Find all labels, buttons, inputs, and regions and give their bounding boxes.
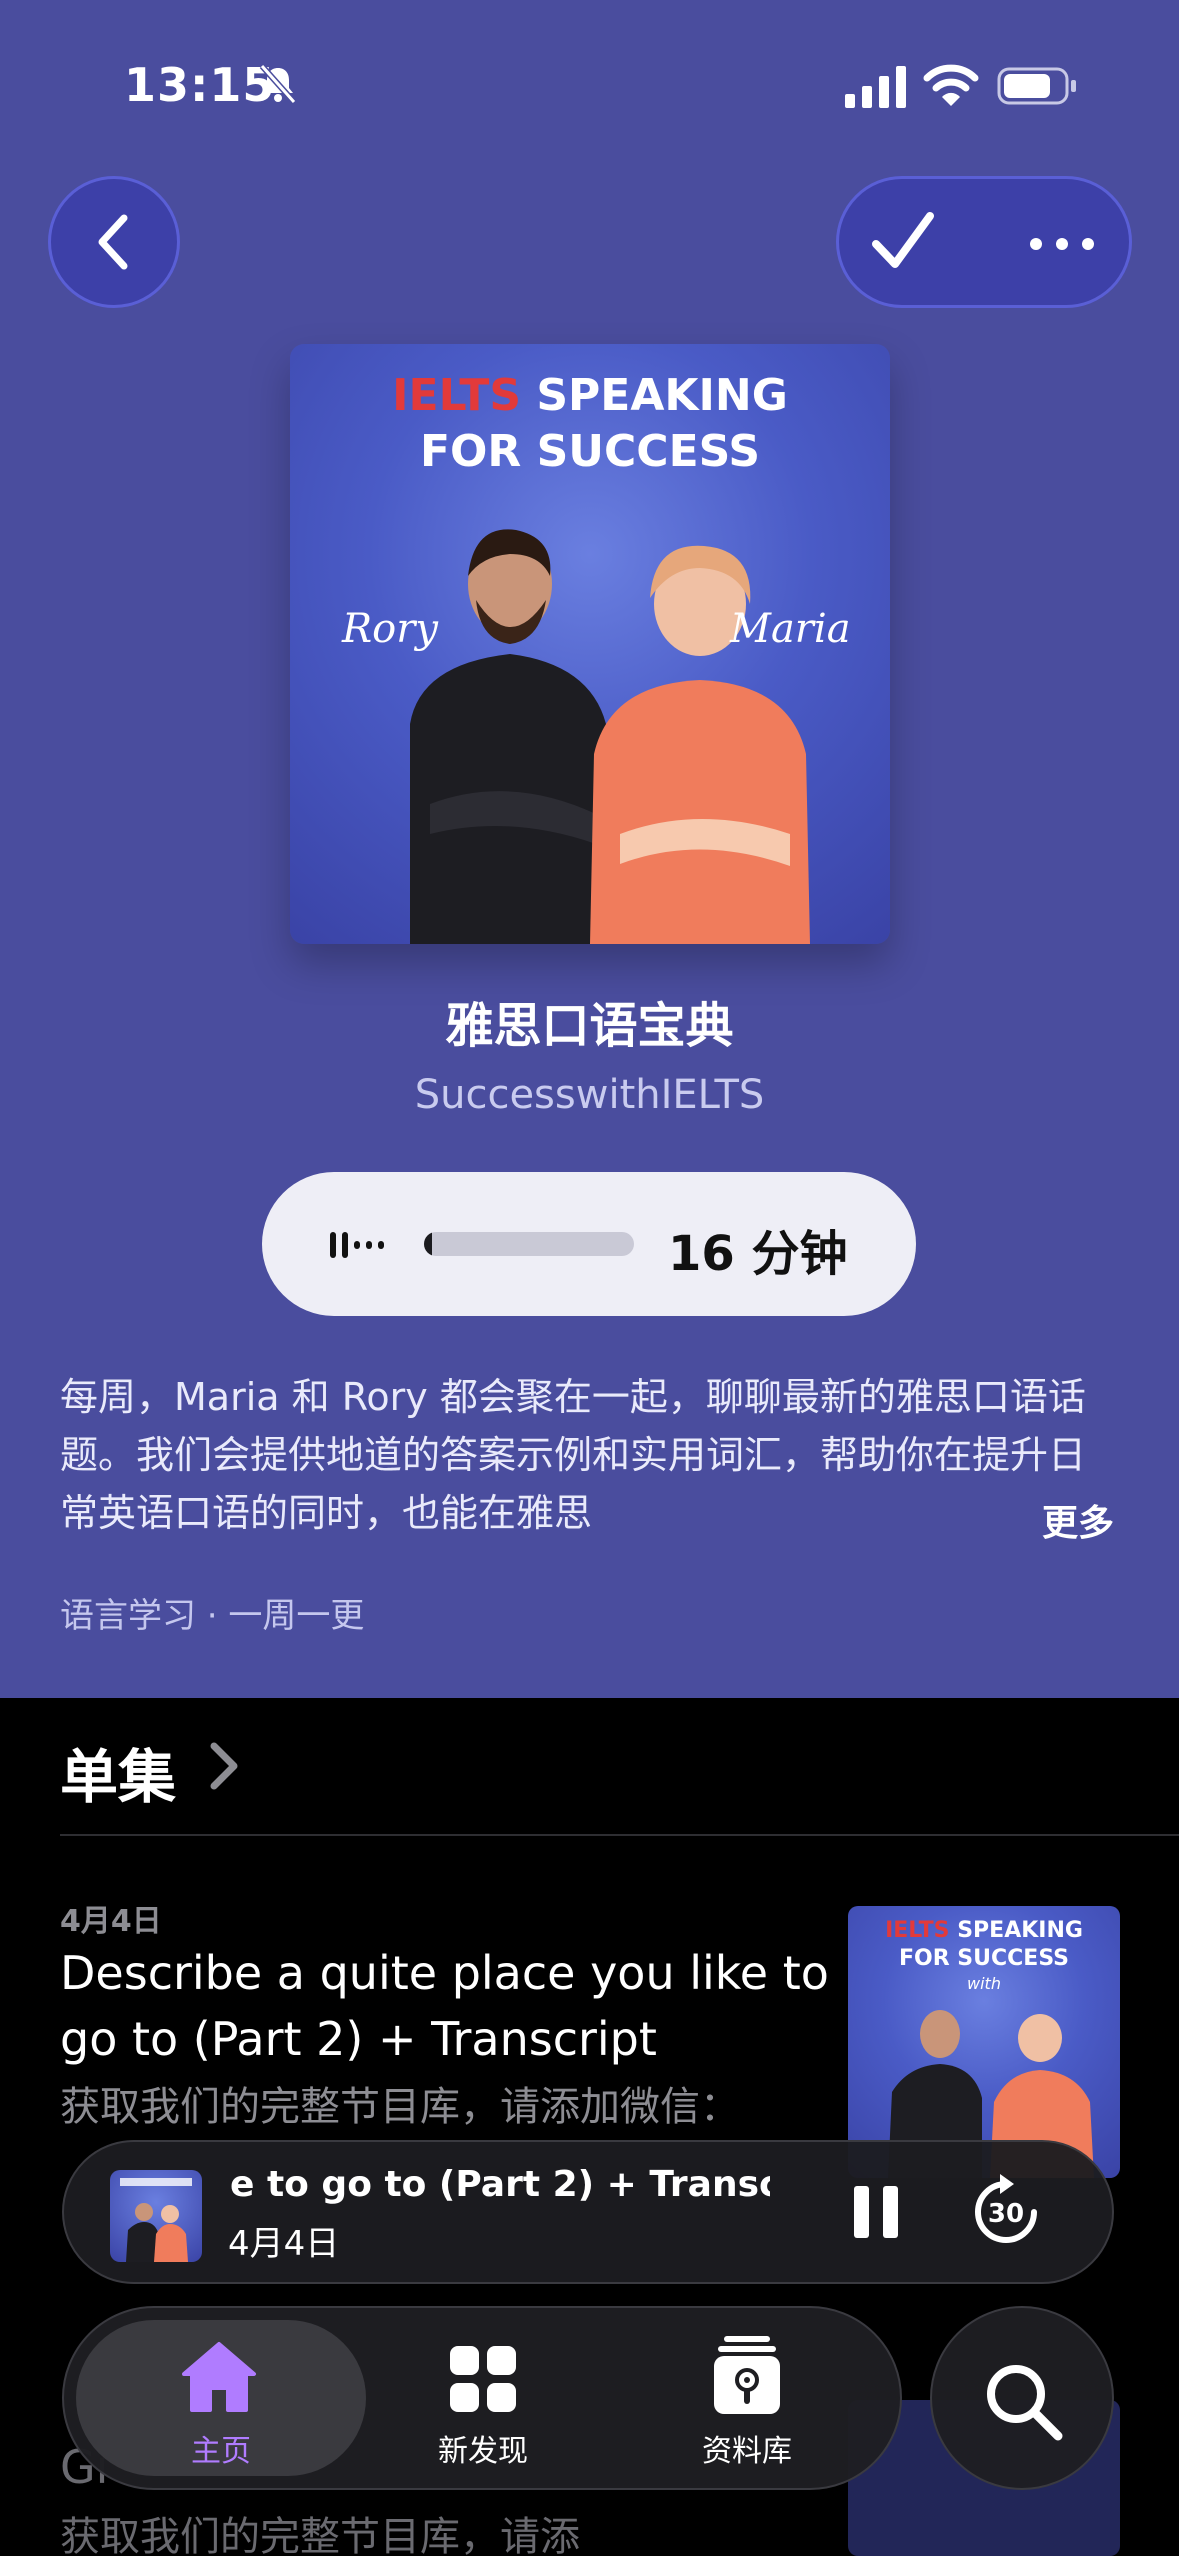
playing-waveform-icon (330, 1232, 384, 1258)
episode-date: 4月4日 (60, 1904, 162, 1939)
episode-title[interactable]: Describe a quite place you like to go to… (60, 1940, 840, 2072)
show-title: 雅思口语宝典 (445, 998, 734, 1054)
skip-forward-30-icon[interactable]: 30 (970, 2172, 1042, 2248)
tab-library-label[interactable]: 资料库 (647, 2426, 847, 2470)
artwork-title-line2: FOR SUCCESS (419, 426, 761, 477)
mini-player-artwork (110, 2170, 202, 2262)
library-icon[interactable] (714, 2336, 780, 2416)
wifi-icon (923, 64, 979, 106)
artwork-title-line1: IELTS SPEAKING (392, 370, 788, 421)
show-category-meta: 语言学习 · 一周一更 (60, 1596, 365, 1636)
thumb-title-line2: FOR SUCCESS (898, 1946, 1070, 1971)
back-button[interactable] (48, 176, 180, 308)
episode-duration: 16 分钟 (668, 1226, 848, 1282)
svg-text:30: 30 (988, 2199, 1024, 2229)
more-options-icon[interactable] (1026, 224, 1098, 264)
episode-thumbnail[interactable]: IELTS SPEAKING FOR SUCCESS with (848, 1906, 1120, 2178)
show-description: 每周，Maria 和 Rory 都会聚在一起，聊聊最新的雅思口语话题。我们会提供… (60, 1375, 1087, 1535)
episodes-section-title[interactable]: 单集 (60, 1730, 176, 1814)
description-more-link[interactable]: 更多 (1036, 1494, 1115, 1546)
mini-artwork-figures (120, 2178, 192, 2262)
thumb-title-line1: IELTS SPEAKING (885, 1918, 1083, 1943)
artwork-host-left: Rory (342, 606, 438, 652)
chevron-right-icon[interactable] (206, 1740, 240, 1792)
artwork-host-right: Maria (730, 606, 851, 652)
pause-icon[interactable] (852, 2184, 900, 2240)
section-divider (60, 1834, 1179, 1836)
mini-player-date: 4月4日 (228, 2224, 340, 2264)
battery-icon (997, 67, 1076, 105)
show-artwork: IELTS SPEAKING FOR SUCCESS Rory Maria (290, 344, 890, 944)
grid-icon[interactable] (450, 2346, 516, 2412)
episode2-subtitle: 获取我们的完整节目库，请添 (60, 2514, 580, 2556)
mini-player[interactable] (62, 2140, 1114, 2284)
host-maria-figure (590, 545, 810, 944)
follow-checkmark-icon[interactable] (868, 206, 938, 276)
search-icon (987, 2365, 1063, 2441)
mini-player-title: e to go to (Part 2) + Transcript (230, 2164, 770, 2205)
chevron-left-icon (98, 214, 128, 270)
cellular-signal-icon (845, 66, 906, 108)
episode-subtitle: 获取我们的完整节目库，请添加微信： (60, 2084, 740, 2130)
episode-progress-bar (424, 1232, 634, 1256)
thumb-title-line3: with (967, 1974, 1001, 1993)
silent-bell-icon (259, 64, 297, 104)
show-author[interactable]: SuccesswithIELTS (0, 1072, 1179, 1118)
home-icon (182, 2342, 256, 2412)
tab-home-label: 主页 (191, 2434, 251, 2469)
tab-discover-label[interactable]: 新发现 (383, 2426, 583, 2470)
status-time: 13:15 (124, 58, 276, 112)
